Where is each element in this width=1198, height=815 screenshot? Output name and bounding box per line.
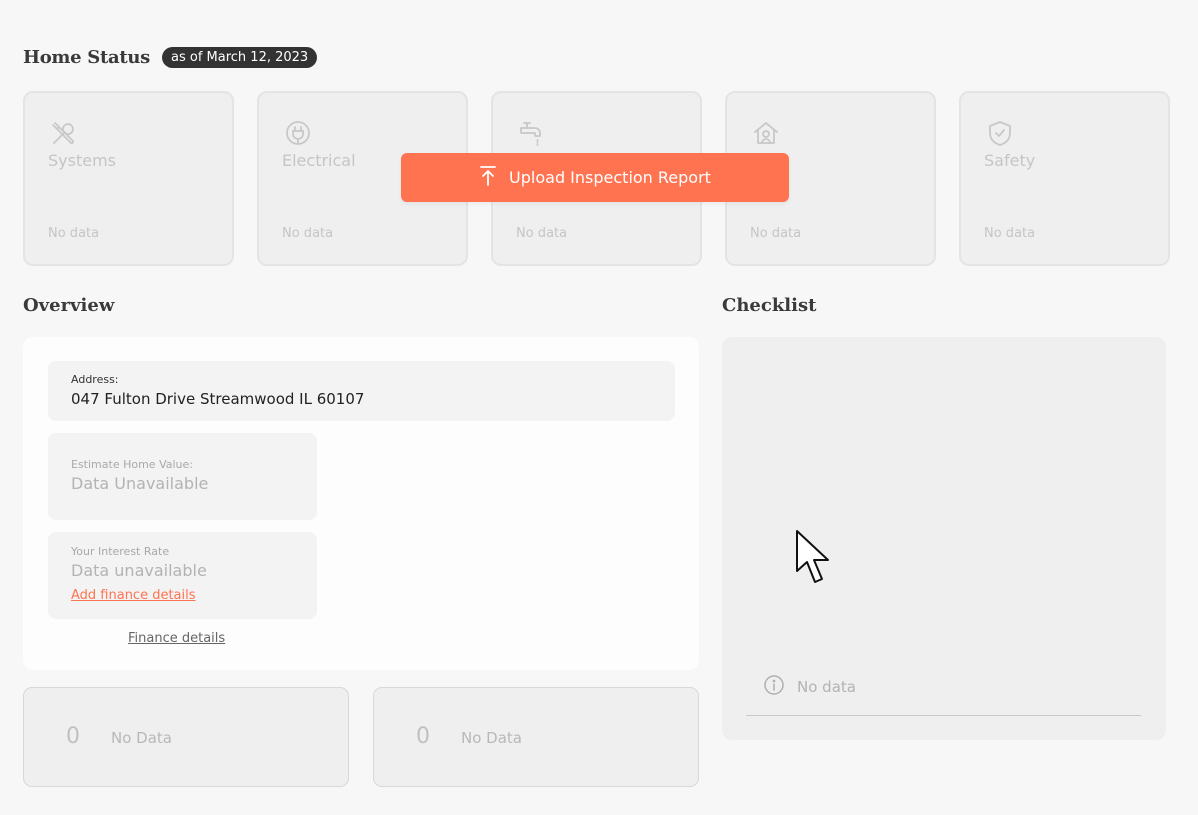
checklist-empty-text: No data: [797, 678, 856, 696]
finance-details-link[interactable]: Finance details: [128, 631, 225, 646]
stat-box[interactable]: 0 No Data: [23, 687, 349, 787]
address-label: Address:: [71, 373, 119, 386]
stat-number: 0: [416, 724, 430, 749]
add-finance-details-link[interactable]: Add finance details: [71, 588, 196, 603]
status-card-label: Safety: [984, 151, 1036, 170]
status-card-systems[interactable]: Systems No data: [23, 91, 234, 266]
overview-title: Overview: [23, 295, 115, 316]
interest-rate-label: Your Interest Rate: [71, 545, 170, 558]
tools-icon: [49, 118, 79, 148]
stat-text: No Data: [111, 729, 172, 747]
checklist-title: Checklist: [722, 295, 817, 316]
interest-rate-box: Your Interest Rate Data unavailable Add …: [48, 532, 317, 619]
checklist-empty-state: No data: [763, 674, 856, 700]
divider: [746, 715, 1141, 716]
house-icon: [751, 118, 781, 148]
upload-button-label: Upload Inspection Report: [509, 168, 711, 187]
home-value: Data Unavailable: [71, 474, 209, 493]
stat-box[interactable]: 0 No Data: [373, 687, 699, 787]
status-card-label: Systems: [48, 151, 116, 170]
home-value-label: Estimate Home Value:: [71, 458, 193, 471]
stat-text: No Data: [461, 729, 522, 747]
date-badge: as of March 12, 2023: [162, 47, 318, 68]
status-card-value: No data: [750, 226, 802, 241]
address-value: 047 Fulton Drive Streamwood IL 60107: [71, 390, 365, 408]
checklist-panel: No data: [722, 337, 1166, 740]
address-box: Address: 047 Fulton Drive Streamwood IL …: [48, 361, 675, 421]
status-card-value: No data: [282, 226, 334, 241]
interest-rate-value: Data unavailable: [71, 561, 207, 580]
status-card-value: No data: [48, 226, 100, 241]
info-icon: [763, 674, 785, 700]
status-card-value: No data: [516, 226, 568, 241]
stat-number: 0: [66, 724, 80, 749]
status-card-label: Electrical: [282, 151, 356, 170]
home-value-box: Estimate Home Value: Data Unavailable: [48, 433, 317, 520]
faucet-icon: [517, 118, 547, 148]
page-title: Home Status: [23, 47, 150, 68]
shield-icon: [985, 118, 1015, 148]
status-card-safety[interactable]: Safety No data: [959, 91, 1170, 266]
plug-icon: [283, 118, 313, 148]
status-card-value: No data: [984, 226, 1036, 241]
overview-panel: Address: 047 Fulton Drive Streamwood IL …: [23, 337, 699, 670]
upload-icon: [479, 165, 497, 191]
upload-inspection-report-button[interactable]: Upload Inspection Report: [401, 153, 789, 202]
home-status-header: Home Status as of March 12, 2023: [23, 47, 318, 68]
